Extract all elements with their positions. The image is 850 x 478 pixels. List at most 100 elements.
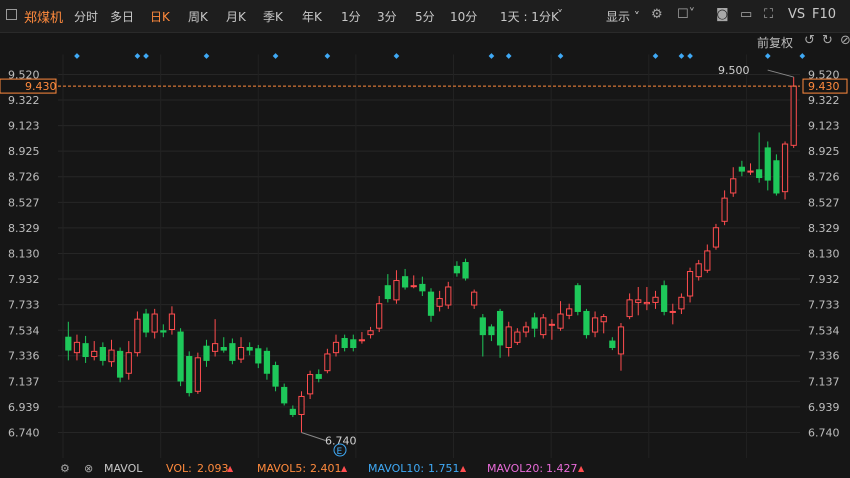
y-tick-label-left: 8.726 (8, 171, 40, 184)
y-tick-label-right: 8.925 (808, 145, 840, 158)
mavol20-value: 1.427 (546, 462, 578, 475)
mavol5-value: 2.401 (310, 462, 342, 475)
candle-body (427, 291, 435, 316)
candle-body (73, 341, 81, 354)
close-icon[interactable]: ⊗ (84, 462, 93, 475)
candle-body (419, 283, 426, 292)
candle-body (82, 343, 89, 358)
event-marker (203, 53, 210, 59)
candle-body (255, 348, 262, 364)
candle-body (436, 298, 443, 307)
candle-body (263, 350, 271, 374)
candle-body (609, 340, 616, 349)
event-e-label: E (337, 447, 343, 457)
candle-body (142, 313, 150, 333)
candle-body (626, 299, 633, 318)
candle-body (324, 353, 331, 372)
candle-body (212, 343, 219, 352)
candle-body (781, 143, 789, 193)
candle-body (669, 310, 676, 313)
candle-body (151, 313, 158, 333)
triangle-up-icon: ▲ (227, 464, 234, 473)
candle-body (367, 330, 374, 336)
y-tick-label-left: 8.925 (8, 145, 40, 158)
y-tick-label-right: 6.740 (808, 427, 840, 440)
event-marker (488, 53, 495, 59)
y-tick-label-right: 8.527 (808, 196, 840, 209)
candle-body (686, 271, 694, 297)
indicator-name[interactable]: MAVOL (104, 462, 142, 475)
candle-body (298, 395, 305, 415)
current-price-label-left: 9.430 (25, 80, 57, 93)
mavol10-label: MAVOL10: (368, 462, 425, 475)
candle-body (194, 357, 201, 392)
candle-body (117, 350, 124, 378)
candle-body (65, 336, 72, 351)
candle-body (237, 347, 245, 360)
y-tick-label-right: 6.939 (808, 401, 840, 414)
candle-body (583, 310, 590, 336)
y-tick-label-right: 8.329 (808, 222, 840, 235)
y-tick-label-right: 7.932 (808, 273, 840, 286)
candle-body (548, 323, 556, 326)
gear-icon[interactable]: ⚙ (60, 462, 70, 475)
candle-body (747, 170, 754, 173)
y-tick-label-right: 8.130 (808, 248, 840, 261)
mavol5-label: MAVOL5: (257, 462, 307, 475)
y-tick-label-left: 6.740 (8, 427, 40, 440)
candle-body (315, 374, 322, 379)
y-tick-label-right: 8.726 (808, 171, 840, 184)
candle-body (730, 178, 737, 194)
candle-body (522, 326, 530, 333)
candle-body (721, 197, 728, 222)
triangle-up-icon: ▲ (578, 464, 585, 473)
candle-body (306, 374, 314, 395)
candle-body (168, 313, 176, 330)
candle-body (635, 299, 642, 303)
candlestick-chart[interactable]: 9.520 9.5209.322 9.3229.123 9.1238.925 8.925… (0, 0, 850, 478)
candle-body (505, 326, 512, 349)
candle-body (91, 350, 98, 358)
event-marker (652, 53, 659, 59)
event-marker (134, 53, 141, 59)
candle-body (134, 318, 141, 354)
candle-body (540, 317, 547, 336)
candle-body (125, 352, 132, 374)
candle-body (557, 313, 564, 329)
candle-body (462, 262, 469, 279)
candle-body (203, 345, 210, 361)
mavol20-label: MAVOL20: (487, 462, 544, 475)
y-tick-label-left: 7.733 (8, 299, 40, 312)
candle-body (99, 347, 106, 361)
event-marker (505, 53, 512, 59)
candle-body (393, 280, 400, 301)
candle-body (695, 263, 702, 278)
candle-body (531, 317, 538, 329)
current-price-label-right: 9.430 (808, 80, 840, 93)
candle-body (186, 356, 193, 394)
candle-body (376, 303, 383, 329)
event-marker (678, 53, 685, 59)
triangle-up-icon: ▲ (341, 464, 348, 473)
candle-body (738, 166, 745, 172)
vol-value: 2.093 (197, 462, 229, 475)
max-price-label: 9.500 (718, 64, 750, 77)
candle-body (790, 85, 797, 146)
candle-body (574, 285, 581, 312)
y-tick-label-left: 6.939 (8, 401, 40, 414)
y-tick-label-left: 8.130 (8, 248, 40, 261)
event-marker (393, 53, 400, 59)
event-marker (272, 53, 279, 59)
candle-body (704, 250, 711, 271)
candle-body (445, 286, 452, 306)
event-marker (557, 53, 564, 59)
vol-label: VOL: (166, 462, 192, 475)
candle-body (488, 326, 495, 336)
event-marker (74, 53, 80, 59)
event-marker (687, 53, 693, 59)
candle-body (514, 331, 521, 343)
candle-body (453, 265, 461, 274)
indicator-bar: ⚙ ⊗ MAVOL VOL: 2.093 ▲ MAVOL5: 2.401 ▲ M… (0, 459, 850, 478)
candle-body (566, 308, 573, 316)
candle-body (678, 296, 685, 310)
